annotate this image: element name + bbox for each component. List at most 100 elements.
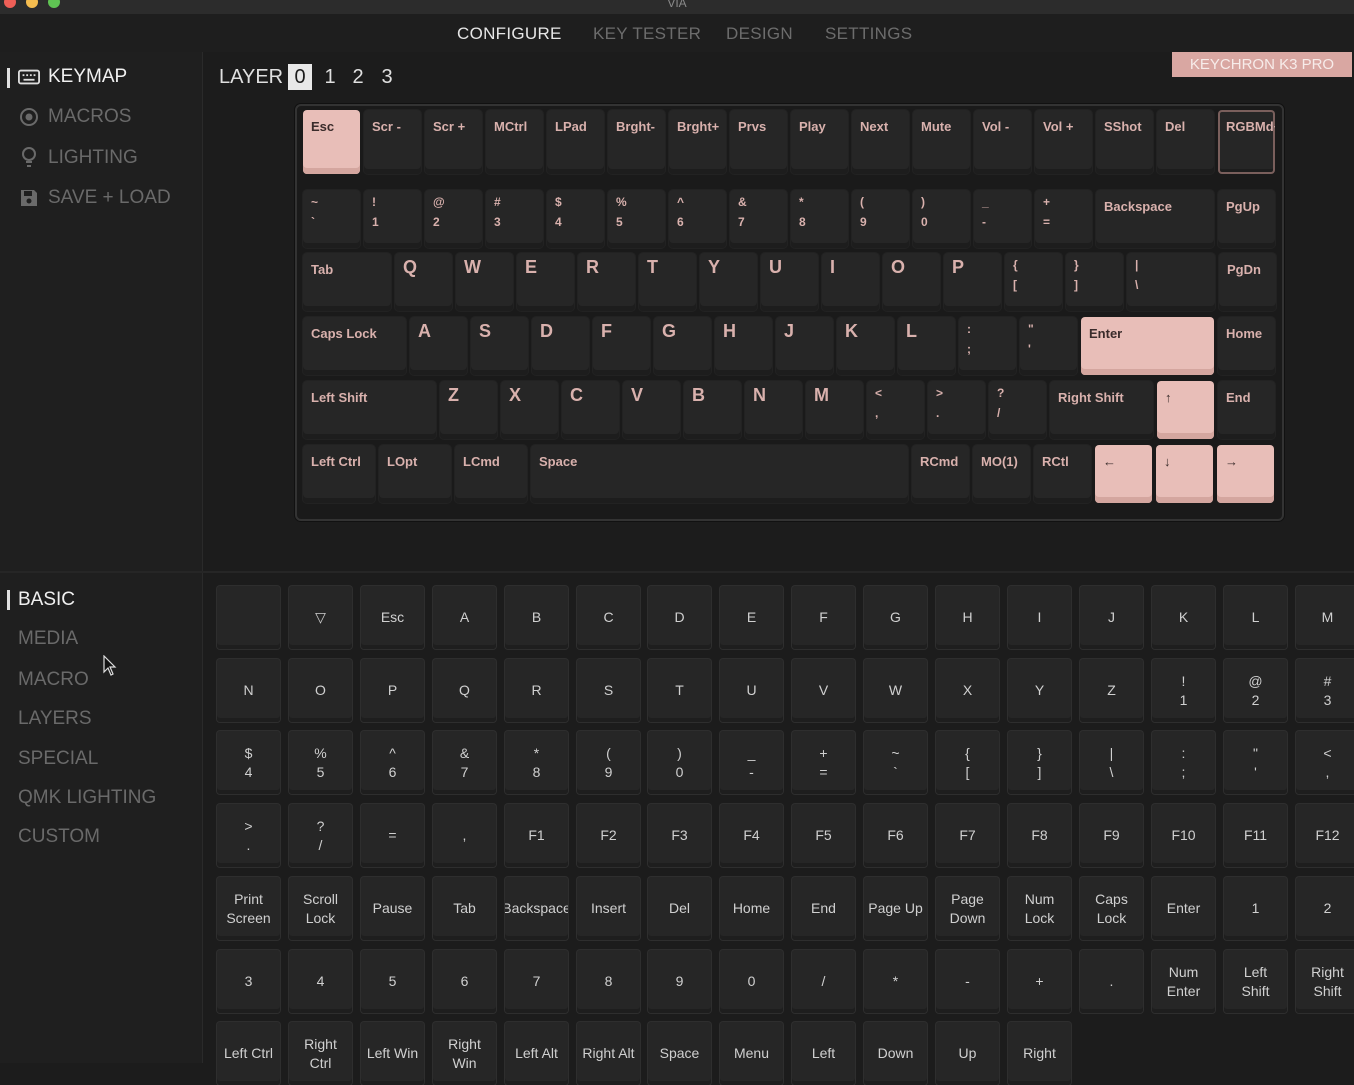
keycode-7[interactable]: 7 (505, 950, 568, 1013)
key-space[interactable]: Space (531, 445, 908, 503)
keycode-button[interactable]: | \ (1080, 731, 1143, 794)
keycode-9[interactable]: 9 (648, 950, 711, 1013)
keycode-p[interactable]: P (361, 659, 424, 722)
category-media[interactable]: MEDIA (18, 628, 78, 650)
keycode-button[interactable]: @2 (1224, 659, 1287, 722)
keycode-del[interactable]: Del (648, 877, 711, 940)
keycode-button[interactable]: ? / (289, 804, 352, 867)
keycode-f4[interactable]: F4 (720, 804, 783, 867)
keycode-3[interactable]: 3 (217, 950, 280, 1013)
sidebar-item-save-load[interactable]: SAVE + LOAD (18, 187, 171, 209)
keycode-button[interactable]: * 8 (505, 731, 568, 794)
category-layers[interactable]: LAYERS (18, 708, 92, 730)
keycode-enter[interactable]: Enter (1152, 877, 1215, 940)
keycode-c[interactable]: C (577, 586, 640, 649)
category-special[interactable]: SPECIAL (18, 748, 98, 770)
layer-0-button[interactable]: 0 (288, 64, 312, 90)
key-del[interactable]: Del (1157, 110, 1214, 174)
key-rcmd[interactable]: RCmd (912, 445, 969, 503)
keycode-f[interactable]: F (792, 586, 855, 649)
keycode-button[interactable]: ^ 6 (361, 731, 424, 794)
sidebar-item-lighting[interactable]: LIGHTING (18, 147, 138, 169)
keycode-button[interactable]: Caps Lock (1080, 877, 1143, 940)
keycode-s[interactable]: S (577, 659, 640, 722)
key-left-shift[interactable]: Left Shift (303, 381, 436, 439)
keycode-button[interactable]: . (1080, 950, 1143, 1013)
key-h[interactable]: H (715, 317, 772, 375)
keycode-button[interactable]: Num Lock (1008, 877, 1071, 940)
key-right-shift[interactable]: Right Shift (1050, 381, 1153, 439)
keycode-button[interactable]: * (864, 950, 927, 1013)
keycode-button[interactable]: <, (1296, 731, 1354, 794)
keycode-f7[interactable]: F7 (936, 804, 999, 867)
key-pgdn[interactable]: PgDn (1219, 253, 1276, 311)
keycode-button[interactable]: Scroll Lock (289, 877, 352, 940)
key-backspace[interactable]: Backspace (1096, 190, 1214, 248)
key[interactable]: _ - (974, 190, 1031, 248)
keycode-1[interactable]: 1 (1224, 877, 1287, 940)
keycode-button[interactable]: " ' (1224, 731, 1287, 794)
key-a[interactable]: A (410, 317, 467, 375)
keycode-button[interactable]: = (361, 804, 424, 867)
keycode-button[interactable]: #3 (1296, 659, 1354, 722)
key-t[interactable]: T (639, 253, 696, 311)
key-v[interactable]: V (623, 381, 680, 439)
keycode-button[interactable]: % 5 (289, 731, 352, 794)
keycode-insert[interactable]: Insert (577, 877, 640, 940)
keycode-w[interactable]: W (864, 659, 927, 722)
keycode-end[interactable]: End (792, 877, 855, 940)
key-lpad[interactable]: LPad (547, 110, 604, 174)
keycode-button[interactable]: Right Win (433, 1022, 496, 1085)
key[interactable]: (9 (852, 190, 909, 248)
key-enter[interactable]: Enter (1081, 317, 1214, 375)
keycode-tab[interactable]: Tab (433, 877, 496, 940)
keycode-l[interactable]: L (1224, 586, 1287, 649)
keycode-h[interactable]: H (936, 586, 999, 649)
keycode-g[interactable]: G (864, 586, 927, 649)
keycode-0[interactable]: 0 (720, 950, 783, 1013)
category-basic[interactable]: BASIC (18, 589, 75, 611)
key[interactable]: * 8 (791, 190, 848, 248)
keycode-button[interactable]: + (1008, 950, 1071, 1013)
key-play[interactable]: Play (791, 110, 848, 174)
layer-1-button[interactable]: 1 (318, 64, 342, 90)
keycode-r[interactable]: R (505, 659, 568, 722)
sidebar-item-keymap[interactable]: KEYMAP (18, 66, 127, 88)
keycode-button[interactable]: (9 (577, 731, 640, 794)
key-brght[interactable]: Brght+ (669, 110, 726, 174)
keycode-up[interactable]: Up (936, 1022, 999, 1085)
keycode-v[interactable]: V (792, 659, 855, 722)
keycode-d[interactable]: D (648, 586, 711, 649)
keycode-b[interactable]: B (505, 586, 568, 649)
key[interactable]: }] (1066, 253, 1123, 311)
key-e[interactable]: E (517, 253, 574, 311)
keycode-page-up[interactable]: Page Up (864, 877, 927, 940)
key[interactable]: ^ 6 (669, 190, 726, 248)
keycode-6[interactable]: 6 (433, 950, 496, 1013)
category-qmk-lighting[interactable]: QMK LIGHTING (18, 787, 156, 809)
keycode-button[interactable]: ~ ` (864, 731, 927, 794)
key[interactable]: ~ ` (303, 190, 360, 248)
key-[interactable]: → (1217, 445, 1274, 503)
key-f[interactable]: F (593, 317, 650, 375)
key-next[interactable]: Next (852, 110, 909, 174)
sidebar-item-macros[interactable]: MACROS (18, 106, 131, 128)
key-vol[interactable]: Vol - (974, 110, 1031, 174)
key[interactable]: & 7 (730, 190, 787, 248)
key-rctl[interactable]: RCtl (1034, 445, 1091, 503)
keycode-button[interactable]: Right Shift (1296, 950, 1354, 1013)
keycode-button[interactable]: ▽ (289, 586, 352, 649)
keycode-button[interactable]: - (936, 950, 999, 1013)
key-[interactable]: ← (1095, 445, 1152, 503)
keycode-o[interactable]: O (289, 659, 352, 722)
keycode-i[interactable]: I (1008, 586, 1071, 649)
keycode-button[interactable]: Page Down (936, 877, 999, 940)
keycode-button[interactable]: Right Ctrl (289, 1022, 352, 1085)
tab-key-tester[interactable]: KEY TESTER (593, 24, 701, 44)
keycode-j[interactable]: J (1080, 586, 1143, 649)
key-c[interactable]: C (562, 381, 619, 439)
key[interactable]: " ' (1020, 317, 1077, 375)
keycode-f12[interactable]: F12 (1296, 804, 1354, 867)
category-macro[interactable]: MACRO (18, 669, 89, 691)
keycode-f5[interactable]: F5 (792, 804, 855, 867)
